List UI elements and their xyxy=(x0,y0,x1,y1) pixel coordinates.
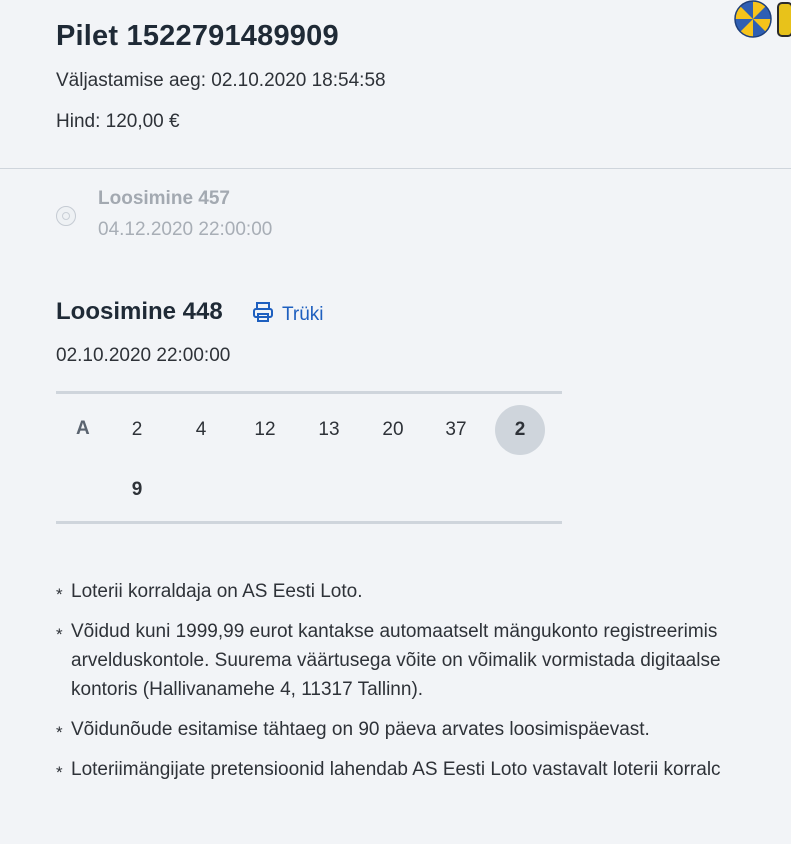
asterisk-icon: * xyxy=(56,585,63,604)
note-text: arvelduskontole. Suurema väärtusega võit… xyxy=(71,650,721,671)
current-draw-date: 02.10.2020 22:00:00 xyxy=(56,345,231,366)
asterisk-icon: * xyxy=(56,763,63,782)
numbers-panel: A 2 4 12 13 20 37 2 9 xyxy=(56,391,562,524)
note-text: Loteriimängijate pretensioonid lahendab … xyxy=(71,759,721,780)
row-label: A xyxy=(76,418,90,439)
terms-notes: * Loterii korraldaja on AS Eesti Loto. *… xyxy=(56,577,791,795)
number-ball: 13 xyxy=(318,419,340,440)
note-item: * Loteriimängijate pretensioonid lahenda… xyxy=(56,755,791,784)
number-ball: 12 xyxy=(254,419,276,440)
note-text: kontoris (Hallivanamehe 4, 11317 Tallinn… xyxy=(71,679,424,700)
note-item: * Loterii korraldaja on AS Eesti Loto. xyxy=(56,577,791,606)
number-ball: 37 xyxy=(445,419,467,440)
print-label: Trüki xyxy=(282,304,324,325)
current-draw-title: Loosimine 448 xyxy=(56,298,223,325)
extra-number: 9 xyxy=(131,479,143,500)
asterisk-icon: * xyxy=(56,625,63,644)
ticket-title: Pilet 1522791489909 xyxy=(56,20,339,52)
note-text: Loterii korraldaja on AS Eesti Loto. xyxy=(71,581,363,602)
ticket-header: Pilet 1522791489909 Väljastamise aeg: 02… xyxy=(56,14,791,132)
upcoming-draw-title: Loosimine 457 xyxy=(98,188,230,209)
note-item: * Võidud kuni 1999,99 eurot kantakse aut… xyxy=(56,617,791,704)
number-ball: 2 xyxy=(131,419,143,440)
upcoming-draw-date: 04.12.2020 22:00:00 xyxy=(98,219,273,240)
eesti-loto-logo-icon xyxy=(734,0,791,40)
note-text: Võidunõude esitamise tähtaeg on 90 päeva… xyxy=(71,719,650,740)
print-button[interactable]: Trüki xyxy=(252,301,324,329)
bonus-number-ball: 2 xyxy=(495,405,545,455)
number-ball: 4 xyxy=(195,419,207,440)
header-divider xyxy=(0,168,791,169)
draw-radio-icon[interactable] xyxy=(56,206,76,226)
current-draw: Loosimine 448 Trüki 02.10.2020 22:00:00 xyxy=(56,298,324,366)
number-ball: 20 xyxy=(382,419,404,440)
note-item: * Võidunõude esitamise tähtaeg on 90 päe… xyxy=(56,715,791,744)
note-text: Võidud kuni 1999,99 eurot kantakse autom… xyxy=(71,621,718,642)
issue-time: Väljastamise aeg: 02.10.2020 18:54:58 xyxy=(56,70,386,91)
ticket-price: Hind: 120,00 € xyxy=(56,111,180,132)
asterisk-icon: * xyxy=(56,723,63,742)
printer-icon xyxy=(252,301,274,329)
